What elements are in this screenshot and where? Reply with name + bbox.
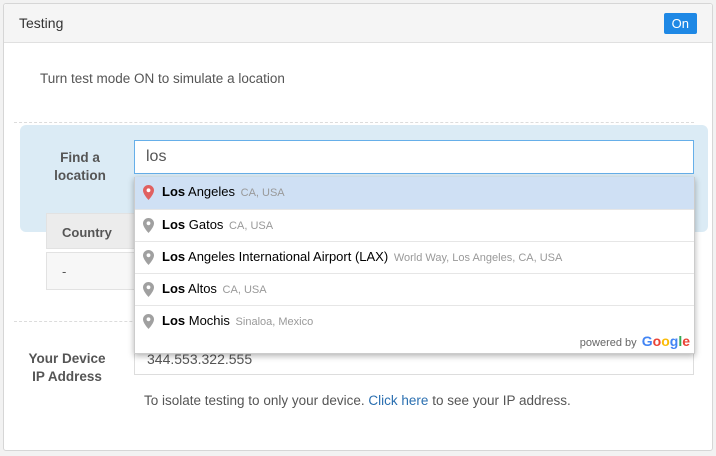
panel-header: Testing On: [4, 4, 712, 43]
intro-text: Turn test mode ON to simulate a location: [40, 71, 285, 86]
map-pin-icon: [143, 314, 154, 329]
suggestion-item[interactable]: Los Gatos CA, USA: [135, 209, 694, 241]
suggestion-item[interactable]: Los Angeles International Airport (LAX) …: [135, 241, 694, 273]
autocomplete-dropdown: Los Angeles CA, USA Los Gatos CA, USA Lo…: [134, 177, 695, 354]
google-logo: Google: [641, 333, 690, 349]
suggestion-item[interactable]: Los Altos CA, USA: [135, 273, 694, 305]
panel-title: Testing: [19, 15, 64, 31]
test-mode-toggle[interactable]: On: [663, 13, 697, 34]
map-pin-icon: [143, 218, 154, 233]
map-pin-icon: [143, 282, 154, 297]
suggestion-item[interactable]: Los Angeles CA, USA: [135, 177, 694, 209]
powered-by-google: powered by Google: [579, 333, 690, 349]
ip-help-text: To isolate testing to only your device. …: [144, 393, 571, 408]
country-column-header: Country: [46, 213, 136, 249]
map-pin-icon: [143, 250, 154, 265]
location-search-input[interactable]: [134, 140, 694, 174]
divider: [14, 122, 694, 123]
country-cell: -: [46, 252, 136, 290]
map-pin-icon: [143, 185, 154, 200]
ip-address-label: Your Device IP Address: [28, 351, 106, 384]
find-location-label: Find a location: [54, 150, 106, 183]
ip-lookup-link[interactable]: Click here: [368, 393, 428, 408]
